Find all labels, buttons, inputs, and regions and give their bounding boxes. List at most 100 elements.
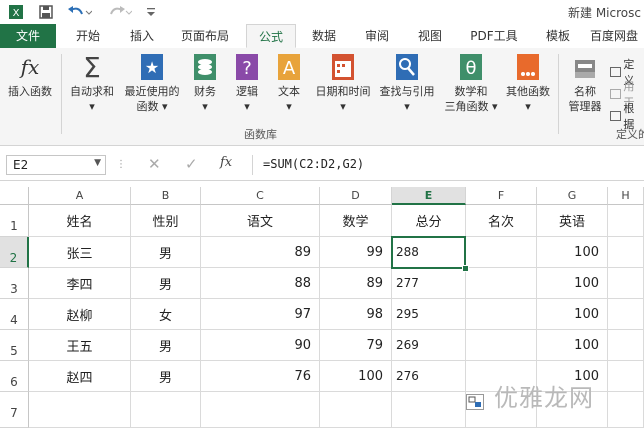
table-cell[interactable]: 88 <box>201 268 320 299</box>
customize-qa-icon[interactable] <box>144 3 158 21</box>
table-cell[interactable]: 张三 <box>29 237 131 268</box>
table-cell[interactable]: 89 <box>201 237 320 268</box>
tab-home[interactable]: 开始 <box>64 24 112 48</box>
table-cell[interactable]: 99 <box>320 237 392 268</box>
row-header-3[interactable]: 3 <box>0 268 29 299</box>
name-box[interactable]: E2 ▼ <box>6 155 106 175</box>
table-cell[interactable]: 赵柳 <box>29 299 131 330</box>
table-cell[interactable]: 女 <box>131 299 201 330</box>
tab-baidu-netdisk[interactable]: 百度网盘 <box>590 24 644 48</box>
table-cell[interactable]: 100 <box>537 237 608 268</box>
table-cell[interactable]: 100 <box>320 361 392 392</box>
auto-fill-options-icon[interactable] <box>466 394 484 410</box>
financial-button[interactable]: 财务 ▾ <box>186 52 224 114</box>
recently-used-button[interactable]: ★ 最近使用的 函数 ▾ <box>120 52 184 114</box>
insert-function-fx-icon[interactable]: fx <box>220 155 232 170</box>
logical-button[interactable]: ? 逻辑 ▾ <box>228 52 266 114</box>
table-cell[interactable]: 赵四 <box>29 361 131 392</box>
table-cell[interactable] <box>29 392 131 428</box>
table-cell[interactable] <box>608 330 644 361</box>
header-cell[interactable]: 英语 <box>537 205 608 237</box>
row-header-6[interactable]: 6 <box>0 361 29 392</box>
text-button[interactable]: A 文本 ▾ <box>270 52 308 114</box>
lookup-reference-button[interactable]: 查找与引用 ▾ <box>376 52 438 114</box>
header-cell[interactable]: 名次 <box>466 205 537 237</box>
insert-function-button[interactable]: fx 插入函数 <box>2 52 58 99</box>
redo-icon[interactable] <box>104 3 134 21</box>
tab-template[interactable]: 模板 <box>536 24 580 48</box>
tab-page-layout[interactable]: 页面布局 <box>172 24 238 48</box>
header-cell[interactable]: 总分 <box>392 205 466 237</box>
math-trig-button[interactable]: θ 数学和 三角函数 ▾ <box>440 52 502 114</box>
table-cell[interactable]: 89 <box>320 268 392 299</box>
tab-insert[interactable]: 插入 <box>118 24 166 48</box>
column-header-B[interactable]: B <box>131 187 201 205</box>
table-cell[interactable] <box>466 299 537 330</box>
fill-handle[interactable] <box>462 265 469 272</box>
header-cell[interactable]: 性别 <box>131 205 201 237</box>
table-cell[interactable] <box>608 361 644 392</box>
more-functions-button[interactable]: 其他函数 ▾ <box>502 52 554 114</box>
table-cell[interactable]: 男 <box>131 237 201 268</box>
table-cell[interactable] <box>392 392 466 428</box>
formula-input[interactable]: =SUM(C2:D2,G2) <box>252 155 643 175</box>
tab-pdf-tools[interactable]: PDF工具 <box>462 24 526 48</box>
table-cell[interactable]: 276 <box>392 361 466 392</box>
table-cell[interactable] <box>131 392 201 428</box>
table-cell[interactable]: 90 <box>201 330 320 361</box>
table-cell[interactable] <box>608 268 644 299</box>
table-cell[interactable]: 288 <box>392 237 466 268</box>
table-cell[interactable] <box>608 237 644 268</box>
header-cell[interactable]: 姓名 <box>29 205 131 237</box>
table-cell[interactable]: 男 <box>131 361 201 392</box>
table-cell[interactable]: 100 <box>537 299 608 330</box>
row-header-1[interactable]: 1 <box>0 205 29 237</box>
table-cell[interactable]: 王五 <box>29 330 131 361</box>
tab-data[interactable]: 数据 <box>302 24 346 48</box>
column-header-F[interactable]: F <box>466 187 537 205</box>
table-cell[interactable] <box>201 392 320 428</box>
column-header-E[interactable]: E <box>392 187 466 205</box>
table-cell[interactable] <box>466 268 537 299</box>
tab-file[interactable]: 文件 <box>0 24 56 48</box>
enter-icon[interactable]: ✓ <box>185 155 198 173</box>
tab-formulas[interactable]: 公式 <box>246 24 296 48</box>
select-all-corner[interactable] <box>0 187 29 205</box>
table-cell[interactable]: 269 <box>392 330 466 361</box>
header-cell[interactable] <box>608 205 644 237</box>
table-cell[interactable]: 97 <box>201 299 320 330</box>
column-header-C[interactable]: C <box>201 187 320 205</box>
header-cell[interactable]: 语文 <box>201 205 320 237</box>
column-header-A[interactable]: A <box>29 187 131 205</box>
row-header-5[interactable]: 5 <box>0 330 29 361</box>
date-time-button[interactable]: 日期和时间 ▾ <box>310 52 376 114</box>
table-cell[interactable]: 李四 <box>29 268 131 299</box>
row-header-2[interactable]: 2 <box>0 237 29 268</box>
name-manager-button[interactable]: 名称 管理器 <box>562 52 608 114</box>
autosum-button[interactable]: Σ 自动求和 ▾ <box>64 51 120 114</box>
table-cell[interactable] <box>320 392 392 428</box>
table-cell[interactable]: 79 <box>320 330 392 361</box>
table-cell[interactable]: 76 <box>201 361 320 392</box>
table-cell[interactable]: 98 <box>320 299 392 330</box>
save-icon[interactable] <box>36 3 56 21</box>
table-cell[interactable]: 100 <box>537 330 608 361</box>
tab-view[interactable]: 视图 <box>408 24 452 48</box>
table-cell[interactable] <box>466 330 537 361</box>
table-cell[interactable]: 100 <box>537 268 608 299</box>
table-cell[interactable] <box>466 237 537 268</box>
table-cell[interactable]: 男 <box>131 268 201 299</box>
table-cell[interactable] <box>608 299 644 330</box>
table-cell[interactable]: 277 <box>392 268 466 299</box>
column-header-D[interactable]: D <box>320 187 392 205</box>
tab-review[interactable]: 审阅 <box>355 24 399 48</box>
table-cell[interactable] <box>608 392 644 428</box>
row-header-4[interactable]: 4 <box>0 299 29 330</box>
table-cell[interactable]: 男 <box>131 330 201 361</box>
undo-icon[interactable] <box>64 3 94 21</box>
row-header-7[interactable]: 7 <box>0 392 29 428</box>
header-cell[interactable]: 数学 <box>320 205 392 237</box>
column-header-G[interactable]: G <box>537 187 608 205</box>
column-header-H[interactable]: H <box>608 187 644 205</box>
cancel-icon[interactable]: ✕ <box>148 155 161 173</box>
